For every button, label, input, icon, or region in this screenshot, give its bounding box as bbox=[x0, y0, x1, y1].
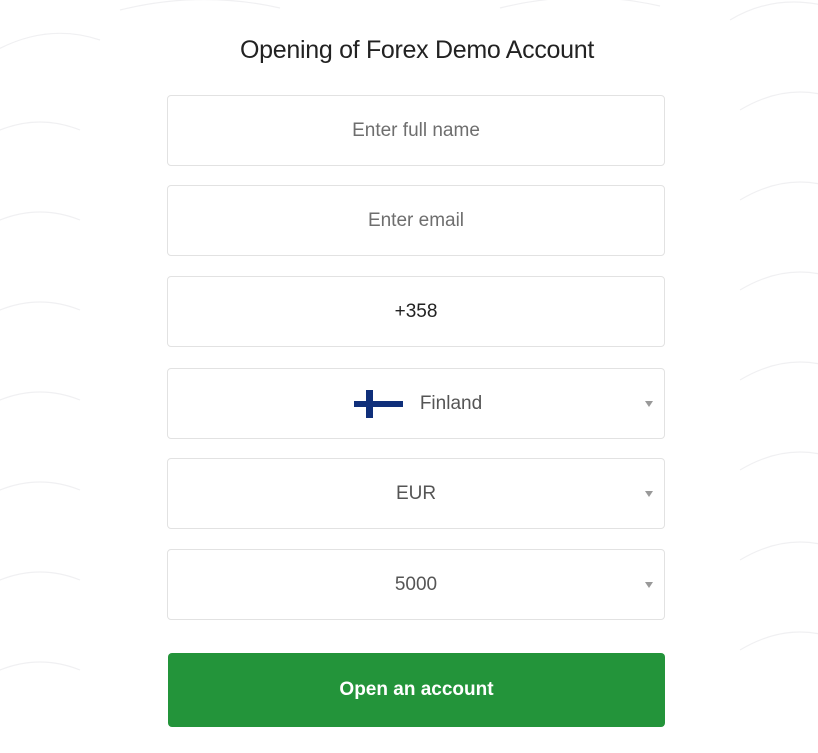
chevron-down-icon[interactable] bbox=[645, 490, 653, 497]
currency-value: EUR bbox=[395, 482, 437, 504]
deposit-value: 5000 bbox=[394, 573, 438, 595]
finland-flag-icon bbox=[353, 389, 403, 418]
full-name-field[interactable] bbox=[167, 95, 665, 166]
phone-input[interactable] bbox=[168, 277, 664, 346]
email-field[interactable] bbox=[167, 185, 665, 256]
email-input[interactable] bbox=[168, 186, 664, 255]
full-name-input[interactable] bbox=[168, 96, 664, 165]
chevron-down-icon[interactable] bbox=[645, 581, 653, 588]
open-account-button[interactable]: Open an account bbox=[168, 653, 665, 727]
country-select[interactable]: Finland bbox=[167, 368, 665, 439]
country-value: Finland bbox=[419, 392, 483, 414]
form-title: Opening of Forex Demo Account bbox=[240, 36, 594, 64]
chevron-down-icon[interactable] bbox=[645, 400, 653, 407]
phone-field[interactable] bbox=[167, 276, 665, 347]
deposit-select[interactable]: 5000 bbox=[167, 549, 665, 620]
currency-select[interactable]: EUR bbox=[167, 458, 665, 529]
